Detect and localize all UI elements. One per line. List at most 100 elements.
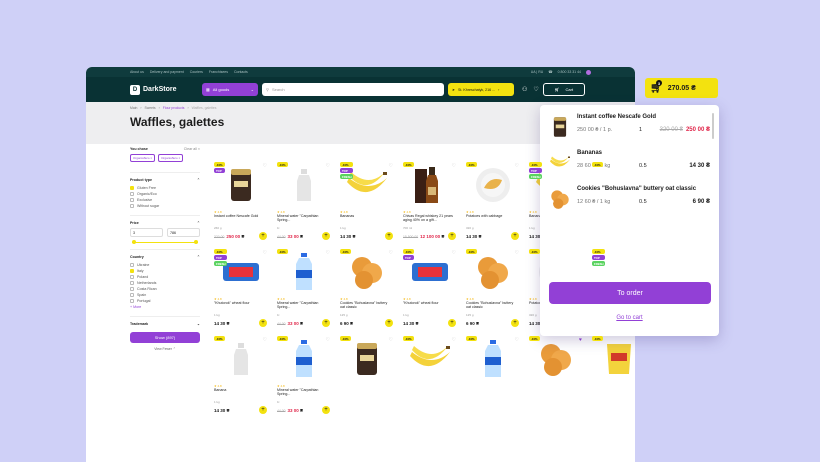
product-name[interactable]: Mineral water "Carpathian Spring...	[277, 388, 329, 396]
product-card[interactable]: -10%♡	[340, 336, 398, 418]
product-image[interactable]	[344, 336, 390, 382]
product-card[interactable]: -10% TOP ♡ ★ 4.8 Instant coffee Nescafe Gold…	[214, 162, 272, 244]
product-image[interactable]	[407, 162, 453, 208]
product-card[interactable]: -10% TOP FRESH ♡ ★ 4.8 "Khutorok" wheat flour…	[214, 249, 272, 331]
top-link[interactable]: Franchisees	[209, 70, 228, 74]
chevron-up-icon[interactable]: ⌃	[197, 178, 200, 182]
product-image[interactable]	[533, 336, 579, 382]
crumb-sweets[interactable]: Sweets	[145, 106, 156, 110]
product-card[interactable]: -10%♡	[466, 336, 524, 418]
product-image[interactable]	[344, 249, 390, 295]
product-card[interactable]: -10% ♡ ★ 4.8 Chivas Regal whiskey 21 years …	[403, 162, 461, 244]
top-link[interactable]: Delivery and payment	[150, 70, 184, 74]
crumb-main[interactable]: Main	[130, 106, 137, 110]
product-name[interactable]: Potatoes with cabbage	[466, 214, 518, 218]
add-to-cart-button[interactable]: +	[322, 319, 330, 327]
product-card[interactable]: -10%♡	[403, 336, 461, 418]
product-name[interactable]: Mineral water "Carpathian Spring...	[277, 301, 329, 309]
chevron-up-icon[interactable]: ⌃	[197, 221, 200, 225]
product-name[interactable]: Bananas	[340, 214, 392, 218]
product-name[interactable]: "Khutorok" wheat flour	[403, 301, 455, 305]
product-image[interactable]	[596, 336, 635, 382]
product-card[interactable]: -10%♡★ 4.8Potatoes with cabbage320 g14 3…	[466, 162, 524, 244]
cart-item[interactable]: Cookies "Bohuslavna" buttery oat classic…	[545, 183, 710, 213]
product-card[interactable]: -10%TOPFRESH♡★ 4.8Bananas1 kg14 30 ₴+	[340, 162, 398, 244]
price-to-input[interactable]: 786	[167, 228, 200, 237]
checkbox[interactable]	[130, 186, 134, 190]
product-name[interactable]: Mineral water "Carpathian Spring...	[277, 214, 329, 222]
product-image[interactable]	[470, 249, 516, 295]
cart-item[interactable]: Bananas28 60 ₴ / 1 kg0.514 30 ₴	[545, 147, 710, 177]
product-card[interactable]: -10% ♡ ★ 4.8 Cookies "Bohuslavna" buttery o…	[340, 249, 398, 331]
view-fewer-link[interactable]: View Fewer ⌃	[130, 347, 200, 351]
more-link[interactable]: + More	[130, 304, 200, 310]
product-image[interactable]	[470, 162, 516, 208]
product-image[interactable]	[281, 249, 327, 295]
language-switch[interactable]: UA | RU	[531, 70, 544, 74]
product-image[interactable]	[281, 162, 327, 208]
cart-item[interactable]: Instant coffee Nescafe Gold 250 00 ₴ / 1 …	[545, 111, 710, 141]
price-from-input[interactable]: 3	[130, 228, 163, 237]
product-card[interactable]: -10% ♡ ★ 4.8 Banana 1 kg 14 30 ₴ +	[214, 336, 272, 418]
checkbox[interactable]	[130, 293, 134, 297]
filter-chip[interactable]: Organic/Eco ×	[158, 154, 184, 162]
chevron-down-icon[interactable]: ⌄	[197, 322, 200, 326]
search-input[interactable]: ⚲ Search	[262, 83, 444, 96]
add-to-cart-button[interactable]: +	[385, 319, 393, 327]
checkbox[interactable]	[130, 287, 134, 291]
mini-cart-button[interactable]: 🛒︎ 3 270.05 ₴	[645, 78, 718, 98]
product-name[interactable]: Chivas Regal whiskey 21 years aging 40% …	[403, 214, 455, 222]
checkbox[interactable]	[130, 192, 134, 196]
product-image[interactable]	[407, 336, 453, 382]
top-link[interactable]: About us	[130, 70, 144, 74]
user-icon[interactable]: ⚇	[522, 86, 527, 93]
product-card[interactable]: -10% ♥	[529, 336, 587, 418]
checkbox[interactable]	[130, 269, 134, 273]
cart-item-quantity[interactable]: 1	[639, 127, 642, 133]
add-to-cart-button[interactable]: +	[259, 232, 267, 240]
checkbox[interactable]	[130, 204, 134, 208]
product-name[interactable]: Instant coffee Nescafe Gold	[214, 214, 266, 218]
cart-item-quantity[interactable]: 0.5	[639, 163, 647, 169]
favorite-heart-icon[interactable]: ♥	[579, 337, 582, 343]
add-to-cart-button[interactable]: +	[511, 319, 519, 327]
add-to-cart-button[interactable]: +	[511, 232, 519, 240]
product-card[interactable]: -10% ♡ ★ 4.8 Mineral water "Carpathian Spri…	[277, 162, 335, 244]
top-link[interactable]: Contacts	[234, 70, 248, 74]
product-name[interactable]: "Khutorok" wheat flour	[214, 301, 266, 305]
price-slider[interactable]	[132, 240, 198, 244]
filter-option[interactable]: Without sugar	[130, 203, 200, 209]
product-image[interactable]	[218, 336, 264, 382]
add-to-cart-button[interactable]: +	[259, 406, 267, 414]
product-card[interactable]: -10%♡	[592, 336, 635, 418]
product-card[interactable]: -10% TOP ♡ ★ 4.8 "Khutorok" wheat flour 1 kg 1…	[403, 249, 461, 331]
logo[interactable]: D DarkStore	[130, 84, 198, 95]
add-to-cart-button[interactable]: +	[322, 232, 330, 240]
checkbox[interactable]	[130, 281, 134, 285]
add-to-cart-button[interactable]: +	[448, 319, 456, 327]
all-goods-button[interactable]: ▦ All goods ⌄	[202, 83, 258, 96]
checkbox[interactable]	[130, 299, 134, 303]
checkbox[interactable]	[130, 198, 134, 202]
to-order-button[interactable]: To order	[549, 282, 711, 304]
product-image[interactable]	[281, 336, 327, 382]
product-name[interactable]: Cookies "Bohuslavna" buttery oat classic	[466, 301, 518, 309]
cart-scrollbar[interactable]	[712, 113, 714, 139]
heart-icon[interactable]: ♡	[533, 86, 538, 93]
phone-number[interactable]: 0 800 33 31 44	[558, 70, 581, 74]
avatar[interactable]	[586, 69, 591, 75]
product-name[interactable]: Banana	[214, 388, 266, 392]
go-to-cart-link[interactable]: Go to cart	[540, 315, 719, 321]
product-image[interactable]	[470, 336, 516, 382]
product-card[interactable]: -10% ♡ ★ 4.8 Mineral water "Carpathian Spri…	[277, 249, 335, 331]
product-name[interactable]: Cookies "Bohuslavna" buttery oat classic	[340, 301, 392, 309]
product-card[interactable]: -10% ♡ ★ 4.8 Cookies "Bohuslavna" buttery o…	[466, 249, 524, 331]
cart-item-quantity[interactable]: 0.5	[639, 199, 647, 205]
top-link[interactable]: Couriers	[190, 70, 203, 74]
show-results-button[interactable]: Show (897)	[130, 332, 200, 343]
checkbox[interactable]	[130, 275, 134, 279]
chevron-up-icon[interactable]: ⌃	[197, 255, 200, 259]
add-to-cart-button[interactable]: +	[322, 406, 330, 414]
clear-all-button[interactable]: Clear all ×	[184, 147, 200, 151]
crumb-flour[interactable]: Flour products	[163, 106, 185, 110]
